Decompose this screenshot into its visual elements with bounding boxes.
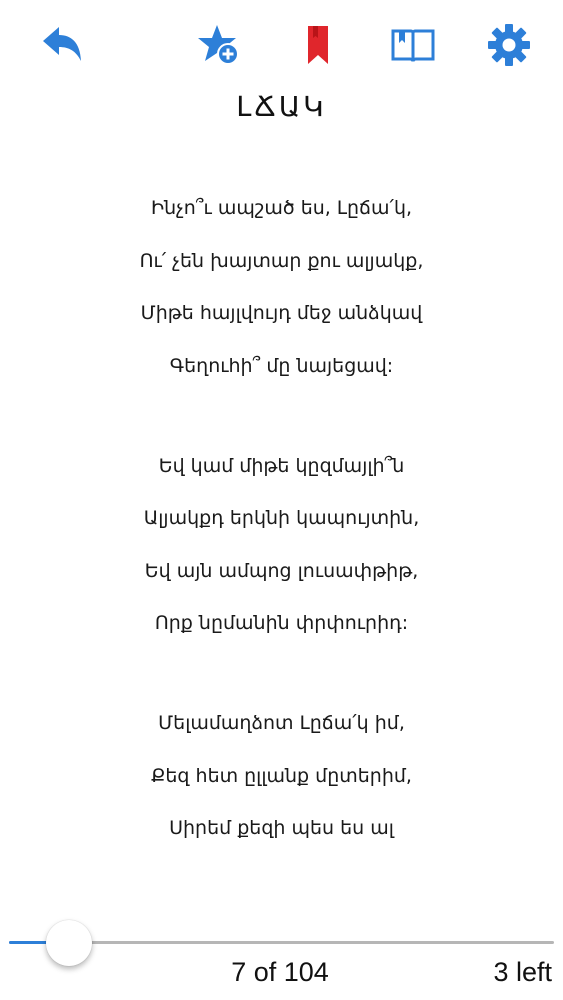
page-info: 7 of 104 3 left [0,957,563,993]
poem-line: Ինչո՞ւ ապշած ես, Լըճա՛կ, [150,197,413,219]
pages-left-label: 3 left [493,957,552,987]
star-add-icon [198,25,239,65]
stanza: Ինչո՞ւ ապշած ես, Լըճա՛կ, Ու՛ չեն խայտար … [0,195,563,380]
add-favorite-button[interactable] [196,22,242,68]
poem-line: Եվ կամ միթե կըզմայլի՞ն [158,454,405,477]
settings-button[interactable] [486,22,532,68]
toolbar [0,0,563,90]
back-arrow-icon [43,27,81,61]
poem-title: ԼՃԱԿ [236,90,327,123]
contents-button[interactable] [390,22,436,68]
poem-line: Ալյակքդ երկնի կապույտին, [143,507,420,529]
stanza: Մելամաղձոտ Լըճա՛կ իմ, Քեզ հետ ըլլանք մըտ… [0,710,563,842]
poem-text: Ինչո՞ւ ապշած ես, Լըճա՛կ, Ու՛ չեն խայտար … [0,195,563,915]
poem-line: Մելամաղձոտ Լըճա՛կ իմ, [158,712,405,734]
page-position-label: 7 of 104 [231,957,329,987]
poem-line: Որք նըմանին փրփուրիդ: [154,612,409,634]
poem-line: Քեզ հետ ըլլանք մըտերիմ, [151,764,412,787]
poem-line: Ու՛ չեն խայտար քու ալյակք, [139,249,424,272]
bookmark-button[interactable] [296,22,342,68]
poem-line: Եվ այն ամպոց լուսափթիթ, [144,559,419,582]
bookmark-icon [308,26,328,64]
book-contents-icon [391,29,435,62]
poem-line: Սիրեմ քեզի պես ես ալ [169,817,394,839]
poem-line: Միթե հայլվույդ մեջ անձկավ [140,302,423,324]
gear-icon [488,24,530,66]
stanza: Եվ կամ միթե կըզմայլի՞ն Ալյակքդ երկնի կապ… [0,453,563,638]
poem-line: Գեղուհի՞ մը նայեցավ: [169,354,394,377]
back-button[interactable] [38,22,84,68]
